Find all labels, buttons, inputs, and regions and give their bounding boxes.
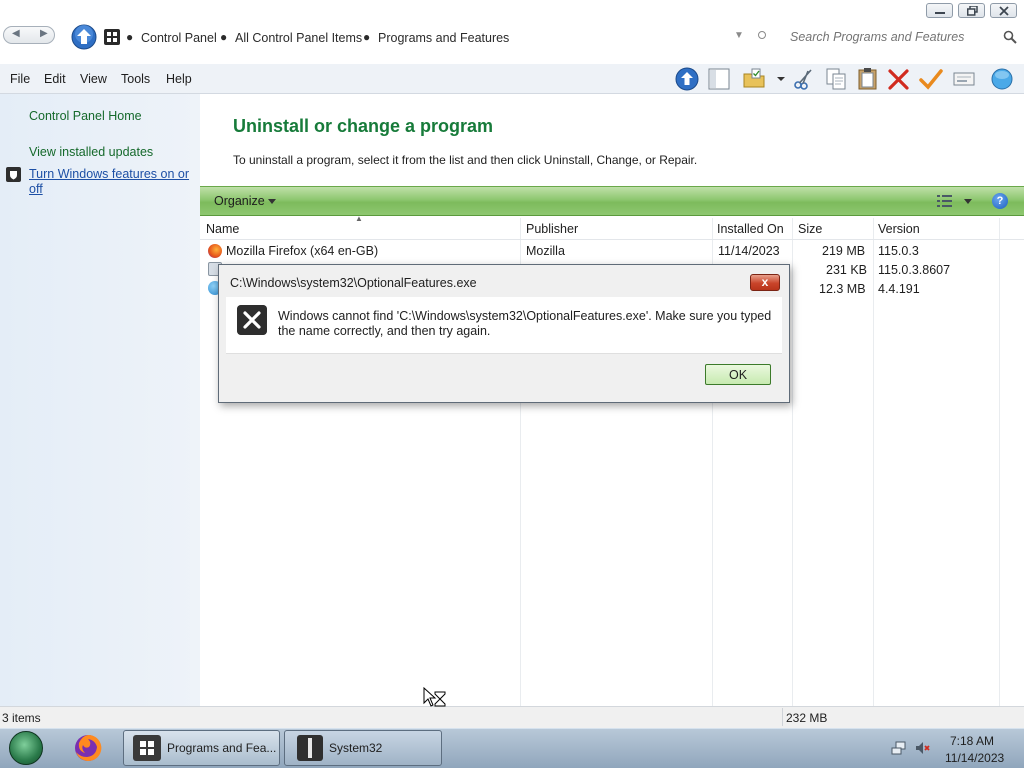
column-header-name[interactable]: Name xyxy=(206,222,239,236)
column-header-version[interactable]: Version xyxy=(878,222,920,236)
clock-date[interactable]: 11/14/2023 xyxy=(945,751,1004,765)
ok-button[interactable]: OK xyxy=(705,364,771,385)
program-publisher: Mozilla xyxy=(526,244,565,258)
volume-muted-icon[interactable] xyxy=(915,740,931,756)
column-divider[interactable] xyxy=(873,218,874,706)
command-bar xyxy=(200,186,1024,216)
breadcrumb-control-panel[interactable]: Control Panel xyxy=(141,31,217,45)
program-installed-on: 11/14/2023 xyxy=(718,244,780,258)
sort-ascending-icon: ▲ xyxy=(355,214,363,223)
busy-cursor-icon xyxy=(423,687,446,707)
start-button[interactable] xyxy=(9,731,43,765)
search-icon[interactable] xyxy=(1003,30,1017,44)
items-count: 3 items xyxy=(2,711,41,725)
paste-icon[interactable] xyxy=(856,67,880,91)
up-icon[interactable] xyxy=(675,67,699,91)
back-forward-buttons[interactable]: ◀ ▶ xyxy=(3,26,55,44)
program-version: 115.0.3 xyxy=(878,244,919,258)
view-installed-updates-link[interactable]: View installed updates xyxy=(29,145,153,159)
up-level-icon[interactable] xyxy=(71,24,97,50)
error-icon xyxy=(237,305,267,335)
breadcrumb-all-items[interactable]: All Control Panel Items xyxy=(235,31,362,45)
menu-file[interactable]: File xyxy=(10,72,30,86)
delete-icon[interactable] xyxy=(887,67,911,91)
search-input[interactable] xyxy=(786,24,1020,50)
firefox-taskbar-icon[interactable] xyxy=(73,733,103,763)
column-header-installed-on[interactable]: Installed On xyxy=(717,222,784,236)
close-icon: x xyxy=(761,275,769,289)
close-button[interactable] xyxy=(990,3,1017,18)
pane-icon[interactable] xyxy=(707,67,731,91)
breadcrumb-programs-features[interactable]: Programs and Features xyxy=(378,31,509,45)
globe-icon[interactable] xyxy=(990,67,1014,91)
shield-icon xyxy=(6,167,21,182)
folder-dropdown-icon[interactable] xyxy=(775,67,787,91)
breadcrumb-separator: ● xyxy=(363,30,371,44)
network-icon[interactable] xyxy=(891,740,907,756)
restore-button[interactable] xyxy=(958,3,985,18)
rename-icon[interactable] xyxy=(952,67,976,91)
back-arrow-icon[interactable]: ◀ xyxy=(12,28,20,39)
menu-tools[interactable]: Tools xyxy=(121,72,150,86)
breadcrumb-separator: ● xyxy=(126,30,134,44)
minimize-icon xyxy=(935,12,945,14)
restore-icon xyxy=(967,6,978,16)
check-icon[interactable] xyxy=(919,67,943,91)
program-size: 219 MB xyxy=(822,244,866,258)
status-bar xyxy=(0,706,1024,728)
menu-edit[interactable]: Edit xyxy=(44,72,66,86)
dialog-footer xyxy=(226,353,782,398)
title-bar xyxy=(0,0,1024,22)
column-divider[interactable] xyxy=(999,218,1000,706)
header-divider xyxy=(200,239,1024,240)
taskbar-system32-label: System32 xyxy=(329,741,383,755)
address-dropdown-icon[interactable]: ▼ xyxy=(734,30,744,41)
clock-time[interactable]: 7:18 AM xyxy=(950,734,994,748)
forward-arrow-icon[interactable]: ▶ xyxy=(40,28,48,39)
column-header-publisher[interactable]: Publisher xyxy=(526,222,578,236)
minimize-button[interactable] xyxy=(926,3,953,18)
status-divider xyxy=(782,708,783,726)
dialog-title: C:\Windows\system32\OptionalFeatures.exe xyxy=(230,276,477,290)
control-panel-icon xyxy=(104,29,120,45)
close-icon xyxy=(999,6,1009,16)
windows-features-link[interactable]: Turn Windows features on or off xyxy=(29,167,194,197)
firefox-icon xyxy=(208,244,222,258)
dialog-message: Windows cannot find 'C:\Windows\system32… xyxy=(278,309,772,338)
program-size: 12.3 MB xyxy=(819,282,866,296)
program-version: 115.0.3.8607 xyxy=(878,263,951,277)
control-panel-task-icon xyxy=(133,735,161,761)
explorer-task-icon xyxy=(297,735,323,761)
refresh-icon[interactable] xyxy=(758,31,766,39)
control-panel-home-link[interactable]: Control Panel Home xyxy=(29,109,142,123)
total-size: 232 MB xyxy=(786,711,828,725)
program-version: 4.4.191 xyxy=(878,282,920,296)
page-title: Uninstall or change a program xyxy=(233,116,494,136)
taskbar-programs-label: Programs and Fea... xyxy=(167,741,277,755)
cut-icon[interactable] xyxy=(792,67,816,91)
program-size: 231 KB xyxy=(826,263,868,277)
program-name[interactable]: Mozilla Firefox (x64 en-GB) xyxy=(226,244,378,258)
dialog-close-button[interactable]: x xyxy=(750,274,780,291)
view-dropdown-icon[interactable] xyxy=(964,199,972,205)
view-options-icon[interactable] xyxy=(937,194,953,208)
folder-icon[interactable] xyxy=(742,67,766,91)
organize-button[interactable]: Organize xyxy=(214,194,265,208)
breadcrumb-separator: ● xyxy=(220,30,228,44)
copy-icon[interactable] xyxy=(824,67,848,91)
menu-view[interactable]: View xyxy=(80,72,107,86)
column-divider[interactable] xyxy=(792,218,793,706)
menu-help[interactable]: Help xyxy=(166,72,192,86)
help-icon[interactable]: ? xyxy=(992,193,1008,209)
column-header-size[interactable]: Size xyxy=(798,222,822,236)
chevron-down-icon[interactable] xyxy=(268,199,276,205)
page-description: To uninstall a program, select it from t… xyxy=(233,153,698,167)
